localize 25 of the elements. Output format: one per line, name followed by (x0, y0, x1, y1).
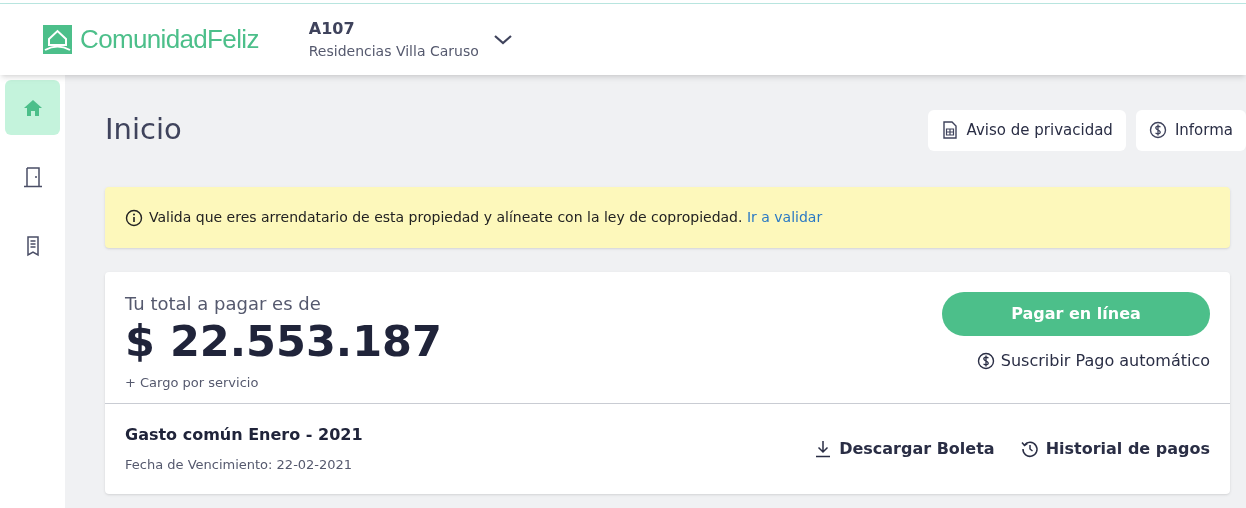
bill-action-link[interactable]: Historial de pagos (1020, 436, 1210, 461)
download-icon (814, 439, 833, 458)
logo-icon (43, 25, 72, 54)
fee-note: + Cargo por servicio (125, 374, 260, 392)
due-date: Fecha de Vencimiento: 22-02-2021 (125, 455, 354, 474)
validate-link[interactable]: Ir a validar (746, 209, 823, 225)
page-title: Inicio (105, 110, 182, 148)
community-name: Residencias Villa Caruso (308, 42, 479, 61)
header-button[interactable]: Informa (1135, 109, 1246, 151)
bill-action-link[interactable]: Descargar Boleta (814, 436, 995, 461)
history-icon (1020, 439, 1039, 458)
dollar-icon (976, 352, 995, 370)
document-icon (940, 121, 959, 139)
header-button[interactable]: Aviso de privacidad (927, 109, 1126, 151)
bill-title: Gasto común Enero - 2021 (125, 423, 363, 446)
dollar-icon (1148, 121, 1167, 139)
door-icon (21, 165, 44, 188)
info-icon (125, 208, 143, 227)
chevron-down-icon[interactable] (492, 33, 513, 46)
unit-name: A107 (308, 18, 356, 40)
alert-message: Valida que eres arrendatario de esta propiedad y alíneate con la ley de copropiedad. Ir a validar (149, 208, 823, 227)
logo-text: ComunidadFeliz (80, 23, 259, 56)
total-amount: $ 22.553.187 (125, 315, 442, 368)
autopay-link[interactable]: Suscribir Pago automático (976, 349, 1210, 373)
total-caption: Tu total a pagar es de (125, 292, 322, 316)
